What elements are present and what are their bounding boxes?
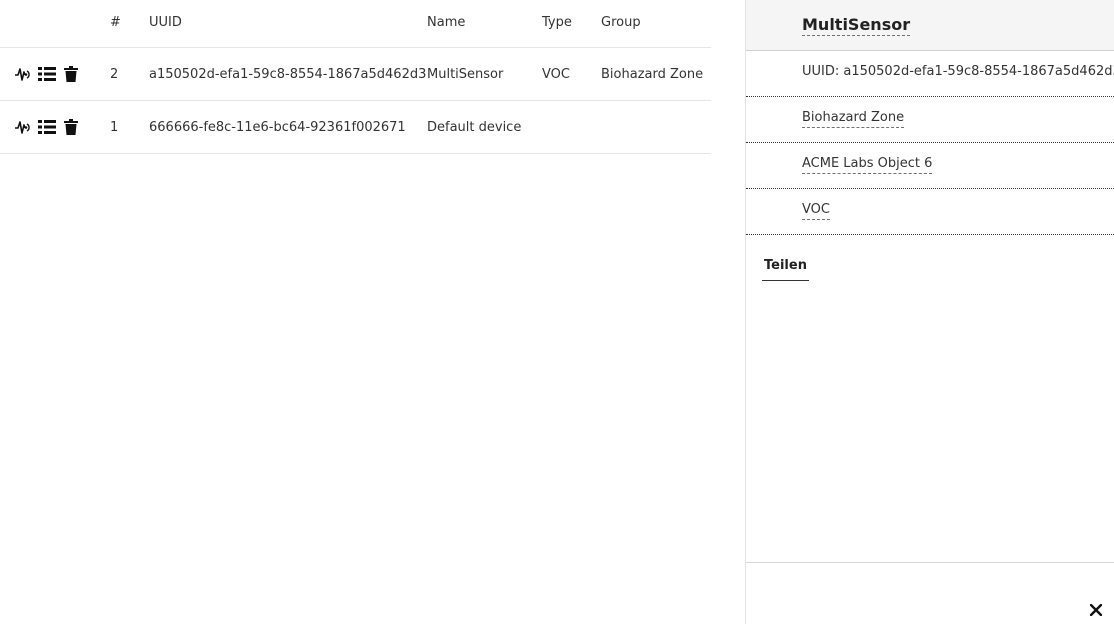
signal-icon[interactable] [13,64,33,84]
header-uuid[interactable]: UUID [149,0,182,47]
group-property: Biohazard Zone [746,97,1114,143]
detail-panel: MultiSensor UUID: a150502d-efa1-59c8-855… [745,0,1114,624]
type-value[interactable]: VOC [802,201,830,220]
uuid-property: UUID: a150502d-efa1-59c8-8554-1867a5d462… [746,51,1114,97]
table-row[interactable]: 1 666666-fe8c-11e6-bc64-92361f002671 Def… [0,101,711,154]
type-property: VOC [746,189,1114,235]
trash-icon[interactable] [61,64,81,84]
row-num: 2 [110,66,119,82]
panel-title[interactable]: MultiSensor [802,15,911,36]
table-row[interactable]: 2 a150502d-efa1-59c8-8554-1867a5d462d3 M… [0,48,711,101]
signal-icon[interactable] [13,117,33,137]
row-group: Biohazard Zone [601,66,704,82]
close-icon[interactable] [1088,602,1104,618]
table-header: # UUID Name Type Group [0,0,711,48]
header-name[interactable]: Name [427,0,465,47]
row-num: 1 [110,119,119,135]
panel-footer-divider [746,562,1114,563]
devices-table: # UUID Name Type Group 2 a150502d-efa1-5… [0,0,711,154]
row-uuid: 666666-fe8c-11e6-bc64-92361f002671 [149,119,406,135]
row-name: Default device [427,119,522,135]
row-actions [13,48,81,100]
object-value[interactable]: ACME Labs Object 6 [802,155,933,174]
row-uuid: a150502d-efa1-59c8-8554-1867a5d462d3 [149,66,427,82]
header-group[interactable]: Group [601,0,641,47]
row-type: VOC [542,66,570,82]
tab-share[interactable]: Teilen [762,254,809,281]
trash-icon[interactable] [61,117,81,137]
row-name: MultiSensor [427,66,504,82]
list-icon[interactable] [37,117,57,137]
row-actions [13,101,81,153]
uuid-value: UUID: a150502d-efa1-59c8-8554-1867a5d462… [802,64,1114,79]
header-type[interactable]: Type [542,0,572,47]
panel-header: MultiSensor [746,0,1114,51]
list-icon[interactable] [37,64,57,84]
object-property: ACME Labs Object 6 [746,143,1114,189]
group-value[interactable]: Biohazard Zone [802,109,905,128]
header-num[interactable]: # [110,0,121,47]
